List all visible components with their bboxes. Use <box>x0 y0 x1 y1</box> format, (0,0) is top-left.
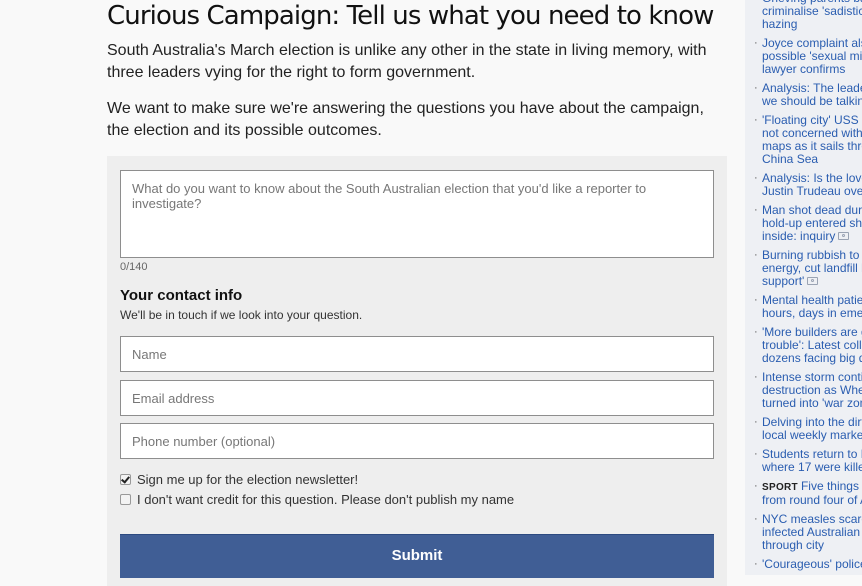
bullet-icon: · <box>754 416 758 428</box>
contact-info-subtitle: We'll be in touch if we look into your q… <box>120 308 363 322</box>
news-link[interactable]: · Burning rubbish to g energy, cut landfil… <box>745 249 862 288</box>
news-link-text[interactable]: Burning rubbish to g <box>762 248 862 262</box>
news-link-text[interactable]: hazing <box>762 17 797 31</box>
news-link-text[interactable]: destruction as Whea <box>762 383 862 397</box>
news-link-text[interactable]: Analysis: Is the love <box>762 171 862 185</box>
news-link-text[interactable]: Analysis: The leade <box>762 81 862 95</box>
news-link-text[interactable]: criminalise 'sadistic' <box>762 4 862 18</box>
bullet-icon: · <box>754 0 758 5</box>
news-link-text[interactable]: inside: inquiry <box>762 229 835 243</box>
bullet-icon: · <box>754 114 758 126</box>
newsletter-label: Sign me up for the election newsletter! <box>137 472 359 487</box>
news-link-text[interactable]: Delving into the dirt <box>762 415 862 429</box>
bullet-icon: · <box>754 513 758 525</box>
news-link-text[interactable]: Man shot dead durin <box>762 203 862 217</box>
question-form: 0/140 Your contact info We'll be in touc… <box>107 156 727 586</box>
contact-info-heading: Your contact info <box>120 287 243 304</box>
question-textarea[interactable] <box>120 170 714 258</box>
news-link-text[interactable]: through city <box>762 538 824 552</box>
news-link-text[interactable]: NYC measles scare <box>762 512 862 526</box>
news-link[interactable]: · Mental health patien hours, days in emer <box>745 294 862 320</box>
page-title: Curious Campaign: Tell us what you need … <box>107 1 714 31</box>
bullet-icon: · <box>754 558 758 570</box>
news-link-text[interactable]: from round four of A <box>762 493 862 507</box>
news-sidebar: ·Grieving parents backcriminalise 'sadis… <box>745 0 862 575</box>
intro-paragraph: South Australia's March election is unli… <box>107 42 707 81</box>
name-input[interactable] <box>120 336 714 372</box>
camera-icon <box>807 277 819 285</box>
news-link-text[interactable]: Intense storm contin <box>762 370 862 384</box>
news-link-text[interactable]: local weekly market <box>762 428 862 442</box>
bullet-icon: · <box>754 204 758 216</box>
news-link-text[interactable]: Mental health patien <box>762 293 862 307</box>
news-link-text[interactable]: Students return to F <box>762 447 862 461</box>
news-link-text[interactable]: energy, cut landfill h <box>762 261 862 275</box>
bullet-icon: · <box>754 294 758 306</box>
news-link-text[interactable]: hours, days in emer <box>762 306 862 320</box>
email-input[interactable] <box>120 380 714 416</box>
news-link-text[interactable]: possible 'sexual mis <box>762 49 862 63</box>
news-link-text[interactable]: hold-up entered sho <box>762 216 862 230</box>
camera-icon <box>838 232 850 240</box>
bullet-icon: · <box>754 172 758 184</box>
news-link-text[interactable]: maps as it sails thro <box>762 139 862 153</box>
news-link-text[interactable]: Joyce complaint also <box>762 36 862 50</box>
news-link[interactable]: · Analysis: The leade we should be talking <box>745 82 862 108</box>
news-link-text[interactable]: trouble': Latest colla <box>762 338 862 352</box>
news-link[interactable]: · Students return to Fwhere 17 were kille <box>745 448 862 474</box>
bullet-icon: · <box>754 37 758 49</box>
bullet-icon: · <box>754 82 758 94</box>
news-link[interactable]: · Intense storm contin destruction as Whea… <box>745 371 862 410</box>
news-link-text[interactable]: we should be talking <box>762 94 862 108</box>
news-list: ·Grieving parents backcriminalise 'sadis… <box>745 0 862 575</box>
anonymous-checkbox[interactable] <box>120 494 131 505</box>
news-link-text[interactable]: not concerned with <box>762 126 862 140</box>
news-link[interactable]: · 'More builders are g trouble': Latest co… <box>745 326 862 365</box>
news-link-text[interactable]: infected Australian t <box>762 525 862 539</box>
news-link-text[interactable]: 'Floating city' USS C <box>762 113 862 127</box>
news-link[interactable]: · Joyce complaint alsopossible 'sexual mi… <box>745 37 862 76</box>
newsletter-checkbox[interactable] <box>120 474 131 485</box>
news-link-text[interactable]: 'Courageous' police <box>762 557 862 571</box>
news-link-text[interactable]: China Sea <box>762 152 818 166</box>
news-link-text[interactable]: 'More builders are g <box>762 325 862 339</box>
news-link[interactable]: · SPORTFive things wfrom round four of A <box>745 480 862 507</box>
news-link-text[interactable]: Five things w <box>801 479 862 493</box>
phone-input[interactable] <box>120 423 714 459</box>
news-link[interactable]: ·Grieving parents backcriminalise 'sadis… <box>745 0 862 31</box>
anonymous-label: I don't want credit for this question. P… <box>137 492 515 507</box>
news-link[interactable]: · Delving into the dirt local weekly marke… <box>745 416 862 442</box>
bullet-icon: · <box>754 448 758 460</box>
category-tag: SPORT <box>762 482 798 493</box>
anonymous-option[interactable]: I don't want credit for this question. P… <box>120 492 514 507</box>
news-link-text[interactable]: turned into 'war zon <box>762 396 862 410</box>
news-link[interactable]: · 'Floating city' USS Cnot concerned with… <box>745 114 862 166</box>
character-counter: 0/140 <box>120 261 148 273</box>
news-link[interactable]: · NYC measles scare infected Australian tt… <box>745 513 862 552</box>
news-link[interactable]: · 'Courageous' police <box>745 558 862 571</box>
news-link-text[interactable]: dozens facing big d <box>762 351 862 365</box>
newsletter-option[interactable]: Sign me up for the election newsletter! <box>120 472 358 487</box>
news-link-text[interactable]: support' <box>762 274 804 288</box>
news-link-text[interactable]: lawyer confirms <box>762 62 845 76</box>
bullet-icon: · <box>754 249 758 261</box>
submit-button[interactable]: Submit <box>120 534 714 578</box>
news-link[interactable]: · Man shot dead durin hold-up entered sho i… <box>745 204 862 243</box>
intro-paragraph: We want to make sure we're answering the… <box>107 100 704 139</box>
news-link-text[interactable]: where 17 were kille <box>762 460 862 474</box>
bullet-icon: · <box>754 326 758 338</box>
bullet-icon: · <box>754 480 758 492</box>
news-link[interactable]: · Analysis: Is the love Justin Trudeau ove… <box>745 172 862 198</box>
bullet-icon: · <box>754 371 758 383</box>
news-link-text[interactable]: Justin Trudeau over <box>762 184 862 198</box>
